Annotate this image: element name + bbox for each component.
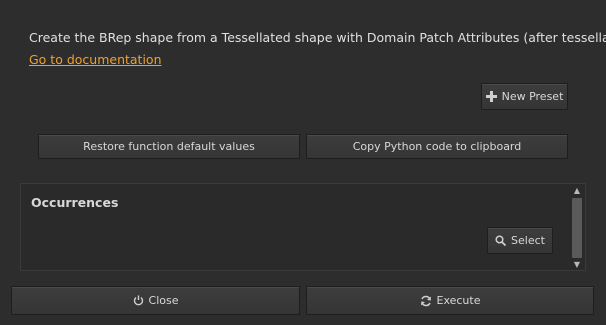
new-preset-button[interactable]: New Preset: [481, 83, 568, 110]
execute-button[interactable]: Execute: [306, 286, 594, 315]
description-text: Create the BRep shape from a Tessellated…: [29, 30, 606, 45]
refresh-icon: [420, 295, 432, 307]
arrow-up-icon[interactable]: ▲: [572, 186, 582, 196]
power-icon: [133, 295, 144, 306]
execute-label: Execute: [436, 294, 481, 307]
occurrences-title: Occurrences: [31, 195, 119, 210]
select-button[interactable]: Select: [487, 227, 553, 254]
copy-python-button[interactable]: Copy Python code to clipboard: [306, 134, 568, 159]
restore-defaults-label: Restore function default values: [83, 140, 255, 153]
documentation-link[interactable]: Go to documentation: [29, 52, 162, 67]
new-preset-label: New Preset: [501, 90, 564, 103]
scrollbar-thumb[interactable]: [572, 198, 582, 258]
occurrences-panel: Occurrences Select ▲ ▼: [20, 183, 586, 271]
select-label: Select: [511, 234, 545, 247]
copy-python-label: Copy Python code to clipboard: [352, 140, 522, 153]
close-label: Close: [148, 294, 179, 307]
restore-defaults-button[interactable]: Restore function default values: [38, 134, 300, 159]
search-icon: [495, 235, 507, 246]
arrow-down-icon[interactable]: ▼: [572, 260, 582, 270]
plus-icon: [485, 91, 497, 102]
close-button[interactable]: Close: [11, 286, 300, 315]
vertical-scrollbar[interactable]: ▲ ▼: [571, 186, 583, 270]
